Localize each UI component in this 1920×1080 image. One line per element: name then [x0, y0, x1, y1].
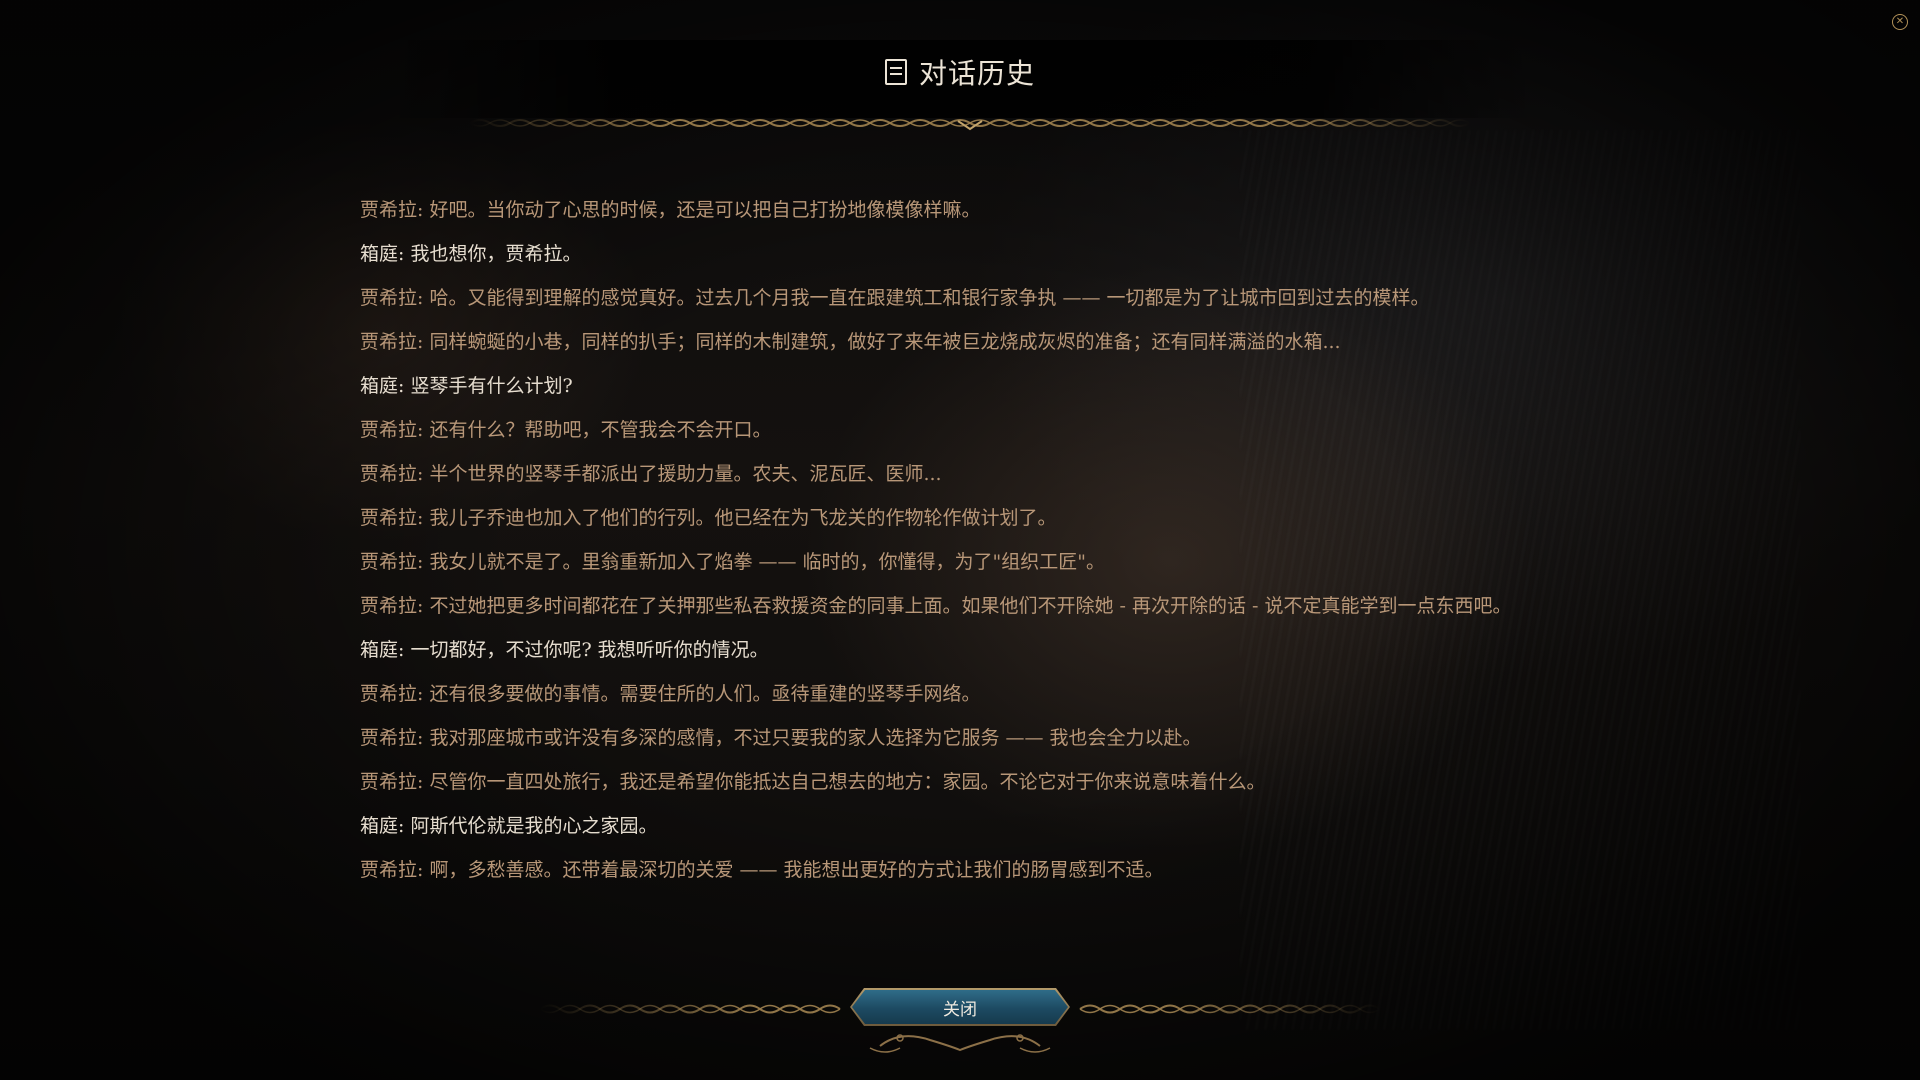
npc-dialogue-line: 贾希拉: 半个世界的竖琴手都派出了援助力量。农夫、泥瓦匠、医师...: [360, 463, 942, 485]
npc-dialogue-line: 贾希拉: 同样蜿蜒的小巷，同样的扒手；同样的木制建筑，做好了来年被巨龙烧成灰烬的…: [360, 331, 1341, 353]
footer-flourish-ornament: [869, 1034, 1051, 1053]
npc-dialogue-line: 贾希拉: 还有什么？帮助吧，不管我会不会开口。: [360, 419, 772, 441]
npc-dialogue-line: 贾希拉: 哈。又能得到理解的感觉真好。过去几个月我一直在跟建筑工和银行家争执 —…: [360, 287, 1430, 309]
npc-dialogue-line: 贾希拉: 还有很多要做的事情。需要住所的人们。亟待重建的竖琴手网络。: [360, 683, 981, 705]
dialogue-log[interactable]: 贾希拉: 好吧。当你动了心思的时候，还是可以把自己打扮地像模像样嘛。 箱庭: 我也…: [360, 196, 1540, 900]
npc-dialogue-line: 贾希拉: 我儿子乔迪也加入了他们的行列。他已经在为飞龙关的作物轮作做计划了。: [360, 507, 1057, 529]
log-icon: [884, 59, 907, 85]
npc-dialogue-line: 贾希拉: 我对那座城市或许没有多深的感情，不过只要我的家人选择为它服务 —— 我…: [360, 727, 1202, 749]
dialogue-history-screen: ✕ 对话历史 贾希拉: 好吧。当你动了心思的时候，还是可以把自己打扮地像模像样嘛…: [0, 0, 1920, 1080]
player-dialogue-line: 箱庭: 阿斯代伦就是我的心之家园。: [360, 815, 658, 837]
close-button[interactable]: 关闭: [850, 988, 1070, 1026]
badge-icon[interactable]: ✕: [1892, 14, 1908, 30]
player-dialogue-line: 箱庭: 一切都好，不过你呢? 我想听听你的情况。: [360, 639, 769, 661]
npc-dialogue-line: 贾希拉: 我女儿就不是了。里翁重新加入了焰拳 —— 临时的，你懂得，为了"组织工…: [360, 551, 1106, 573]
npc-dialogue-line: 贾希拉: 啊，多愁善感。还带着最深切的关爱 —— 我能想出更好的方式让我们的肠胃…: [360, 859, 1164, 881]
npc-dialogue-line: 贾希拉: 好吧。当你动了心思的时候，还是可以把自己打扮地像模像样嘛。: [360, 199, 981, 221]
player-dialogue-line: 箱庭: 我也想你，贾希拉。: [360, 243, 582, 265]
window-title: 对话历史: [0, 52, 1920, 92]
npc-dialogue-line: 贾希拉: 尽管你一直四处旅行，我还是希望你能抵达自己想去的地方：家园。不论它对于…: [360, 771, 1266, 793]
title-divider-ornament: [470, 119, 1470, 131]
player-dialogue-line: 箱庭: 竖琴手有什么计划?: [360, 375, 573, 397]
npc-dialogue-line: 贾希拉: 不过她把更多时间都花在了关押那些私吞救援资金的同事上面。如果他们不开除…: [360, 595, 1512, 617]
close-button-label: 关闭: [852, 990, 1068, 1024]
window-title-text: 对话历史: [918, 57, 1035, 90]
